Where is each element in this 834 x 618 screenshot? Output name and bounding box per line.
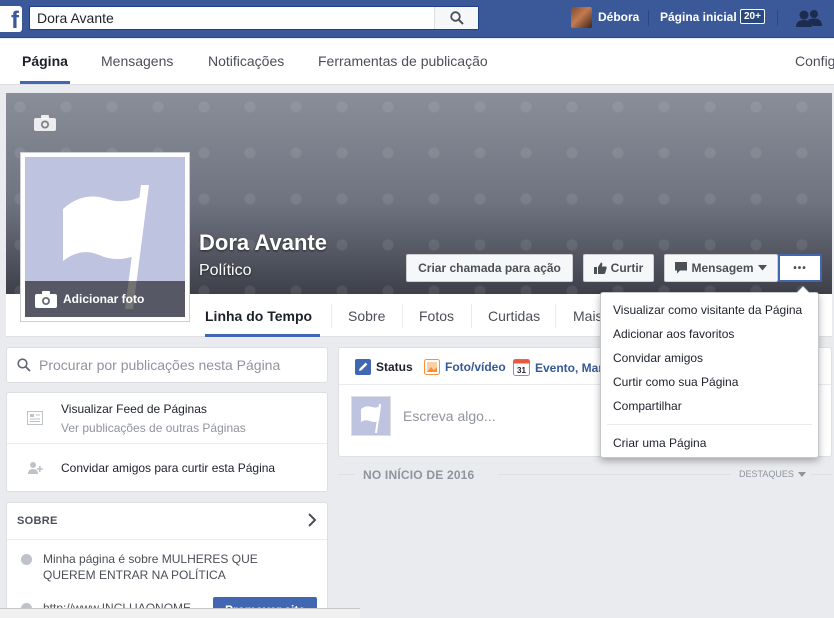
menu-item-invite-friends[interactable]: Convidar amigos [601,346,818,370]
pages-feed-subtitle: Ver publicações de outras Páginas [61,421,246,435]
message-label: Mensagem [691,261,754,275]
pages-feed-row[interactable]: Visualizar Feed de Páginas Ver publicaçõ… [7,402,327,435]
menu-item-view-as-visitor[interactable]: Visualizar como visitante da Página [601,298,818,322]
divider [777,10,778,26]
user-name-link[interactable]: Débora [598,10,639,24]
home-link[interactable]: Página inicial [660,10,737,24]
composer-tab-photo-video[interactable]: Foto/vídeo [424,359,506,375]
search-icon [449,11,464,25]
calendar-day-text: 31 [517,366,526,375]
search-icon [17,358,31,372]
divider [555,304,556,328]
more-label: ••• [793,262,807,274]
change-cover-camera-icon[interactable] [33,114,57,135]
highlights-dropdown[interactable]: DESTAQUES [739,469,806,479]
profile-picture[interactable]: Adicionar foto [20,152,190,322]
global-search-input[interactable] [30,7,430,29]
chevron-down-icon [797,471,806,477]
page-title: Dora Avante [199,230,327,255]
more-options-button[interactable]: ••• [778,254,822,282]
admin-tab-publishing-tools[interactable]: Ferramentas de publicação [318,53,488,69]
divider [331,304,332,328]
global-search [29,6,479,30]
top-navigation-bar: f Débora Página inicial 20+ [0,0,834,38]
divider [7,539,327,540]
profile-picture-placeholder: Adicionar foto [25,157,185,317]
menu-item-like-as-page[interactable]: Curtir como sua Página [601,370,818,394]
tab-about[interactable]: Sobre [348,308,385,324]
timeline-section-label: NO INÍCIO DE 2016 [363,468,475,482]
tab-likes[interactable]: Curtidas [488,308,540,324]
menu-item-add-favorites[interactable]: Adicionar aos favoritos [601,322,818,346]
menu-item-share[interactable]: Compartilhar [601,394,818,418]
admin-tab-settings[interactable]: Config [795,53,834,69]
composer-tab-event[interactable]: 31 Evento, Mar [513,359,603,376]
page-category[interactable]: Político [199,262,251,280]
divider [338,474,355,475]
divider [648,10,649,26]
photo-video-tab-label: Foto/vídeo [445,360,506,374]
divider [402,304,403,328]
calendar-icon: 31 [513,359,530,376]
divider [498,474,731,475]
message-button[interactable]: Mensagem [664,254,778,282]
highlights-label: DESTAQUES [739,469,794,479]
about-description: Minha página é sobre MULHERES QUE QUEREM… [43,552,258,582]
admin-tab-page[interactable]: Página [22,53,68,69]
composer-page-avatar [351,396,391,436]
page-post-search [6,347,328,383]
home-notification-badge: 20+ [740,9,765,24]
like-button[interactable]: Curtir [583,254,654,282]
photo-icon [424,359,440,375]
like-label: Curtir [610,261,644,275]
menu-pointer [796,286,810,293]
divider [7,443,327,444]
flag-icon [361,404,381,433]
about-card: SOBRE Minha página é sobre MULHERES QUE … [6,502,328,618]
divider [811,474,832,475]
about-header[interactable]: SOBRE [17,515,58,527]
camera-icon [35,290,57,308]
thumbs-up-icon [593,262,607,274]
admin-tab-notifications[interactable]: Notificações [208,53,284,69]
divider [471,304,472,328]
invite-friends-row[interactable]: Convidar amigos para curtir esta Página [7,461,327,475]
active-tab-indicator [205,334,320,337]
tab-more[interactable]: Mais [573,308,603,324]
chevron-right-icon[interactable] [307,513,317,530]
event-tab-label: Evento, Mar [535,360,604,375]
invite-friends-icon [28,462,43,474]
pages-feed-card: Visualizar Feed de Páginas Ver publicaçõ… [6,392,328,492]
pencil-icon [355,359,371,375]
more-options-menu: Visualizar como visitante da Página Adic… [600,286,819,458]
page-admin-bar: Página Mensagens Notificações Ferramenta… [0,39,834,85]
facebook-logo[interactable]: f [0,6,22,34]
add-photo-label: Adicionar foto [63,292,145,306]
menu-item-create-page[interactable]: Criar uma Página [601,431,818,455]
admin-tab-messages[interactable]: Mensagens [101,53,173,69]
browser-status-bar [0,608,360,618]
search-button[interactable] [434,7,478,29]
divider [607,424,812,425]
composer-tab-status[interactable]: Status [355,359,413,375]
add-photo-button[interactable]: Adicionar foto [25,281,185,317]
message-icon [675,262,688,274]
info-icon [21,554,32,565]
tab-photos[interactable]: Fotos [419,308,454,324]
user-avatar[interactable] [571,7,592,28]
invite-friends-label: Convidar amigos para curtir esta Página [61,461,276,475]
news-feed-icon [27,411,43,425]
page-post-search-input[interactable] [39,357,309,373]
active-tab-indicator [20,81,70,84]
tab-timeline[interactable]: Linha do Tempo [205,308,312,324]
chevron-down-icon [757,265,767,271]
friend-requests-icon[interactable] [796,9,822,32]
create-call-to-action-button[interactable]: Criar chamada para ação [406,254,573,282]
cta-label: Criar chamada para ação [418,261,561,275]
pages-feed-title[interactable]: Visualizar Feed de Páginas [61,402,246,416]
status-tab-label: Status [376,360,413,374]
